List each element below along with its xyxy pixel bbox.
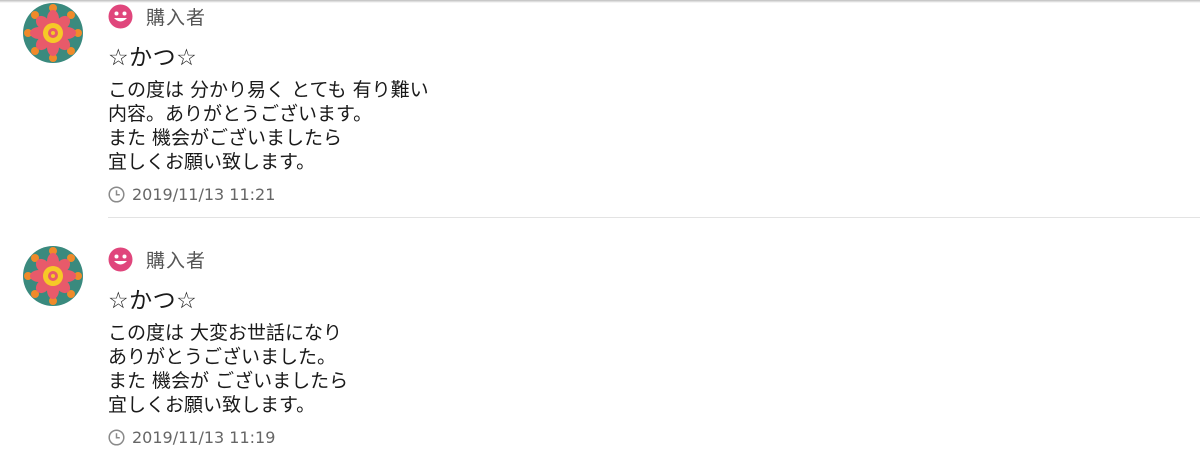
avatar[interactable] bbox=[22, 2, 84, 64]
role-row: 購入者 bbox=[108, 246, 206, 272]
smile-icon bbox=[108, 4, 133, 29]
review-line: また 機会がございましたら bbox=[108, 127, 343, 149]
review-line: この度は 大変お世話になり bbox=[108, 322, 343, 344]
review-item: 購入者 ☆かつ☆ この度は 分かり易く とても 有り難い 内容。ありがとうござい… bbox=[0, 0, 1200, 220]
username[interactable]: ☆かつ☆ bbox=[108, 38, 197, 72]
timestamp: 2019/11/13 11:19 bbox=[132, 427, 276, 447]
username[interactable]: ☆かつ☆ bbox=[108, 281, 197, 315]
flower-avatar-icon bbox=[23, 3, 83, 63]
review-line: 宜しくお願い致します。 bbox=[108, 394, 316, 416]
divider bbox=[108, 217, 1200, 218]
review-line: ありがとうございました。 bbox=[108, 346, 337, 368]
avatar[interactable] bbox=[22, 245, 84, 307]
smile-icon bbox=[108, 247, 133, 272]
timestamp-row: 2019/11/13 11:19 bbox=[108, 427, 275, 447]
review-line: 宜しくお願い致します。 bbox=[108, 151, 316, 173]
role-label: 購入者 bbox=[146, 249, 207, 272]
review-text: この度は 大変お世話になり ありがとうございました。 また 機会が ございました… bbox=[108, 321, 348, 417]
clock-icon bbox=[108, 428, 125, 446]
review-line: 内容。ありがとうございます。 bbox=[108, 103, 373, 125]
review-text: この度は 分かり易く とても 有り難い 内容。ありがとうございます。 また 機会… bbox=[108, 78, 429, 174]
clock-icon bbox=[108, 185, 125, 203]
flower-avatar-icon bbox=[23, 246, 83, 306]
timestamp-row: 2019/11/13 11:21 bbox=[108, 184, 275, 204]
role-label: 購入者 bbox=[146, 6, 207, 29]
timestamp: 2019/11/13 11:21 bbox=[132, 184, 276, 204]
review-item: 購入者 ☆かつ☆ この度は 大変お世話になり ありがとうございました。 また 機… bbox=[0, 243, 1200, 463]
role-row: 購入者 bbox=[108, 3, 206, 29]
review-line: この度は 分かり易く とても 有り難い bbox=[108, 79, 429, 101]
review-line: また 機会が ございましたら bbox=[108, 370, 349, 392]
